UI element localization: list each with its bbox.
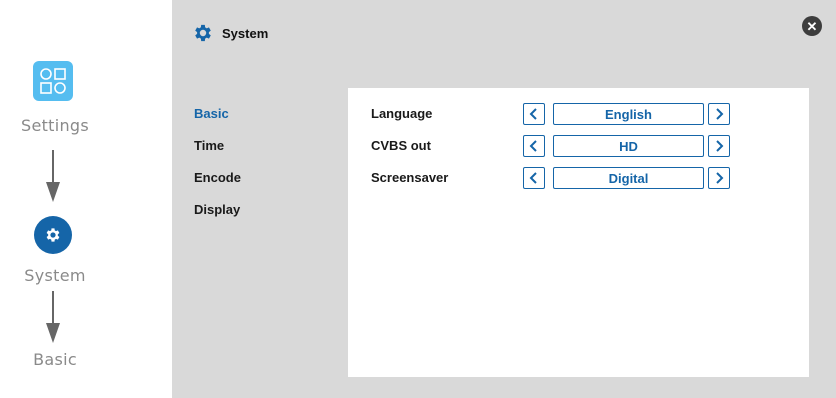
chevron-left-icon — [529, 172, 537, 184]
setting-label: CVBS out — [371, 138, 431, 153]
system-gear-icon — [34, 216, 72, 254]
next-option-button[interactable] — [708, 103, 730, 125]
chevron-left-icon — [529, 140, 537, 152]
flow-step-system: System — [24, 266, 86, 285]
menu-item-display[interactable]: Display — [194, 202, 241, 234]
setting-label: Screensaver — [371, 170, 449, 185]
setting-row-screensaver: Screensaver Digital — [348, 167, 809, 189]
menu-item-encode[interactable]: Encode — [194, 170, 241, 202]
setting-row-cvbs-out: CVBS out HD — [348, 135, 809, 157]
setting-label: Language — [371, 106, 433, 121]
menu-item-time[interactable]: Time — [194, 138, 241, 170]
arrow-down-icon — [46, 150, 60, 202]
setting-value: HD — [553, 135, 704, 157]
gear-icon — [195, 24, 211, 42]
previous-option-button[interactable] — [523, 135, 545, 157]
setting-value: Digital — [553, 167, 704, 189]
setting-value: English — [553, 103, 704, 125]
panel-title: System — [222, 25, 269, 41]
chevron-right-icon — [716, 140, 724, 152]
chevron-right-icon — [716, 108, 724, 120]
system-panel: System ✕ Basic Time Encode Display Langu… — [172, 0, 836, 398]
settings-menu: Basic Time Encode Display — [194, 106, 241, 234]
flow-step-settings: Settings — [20, 116, 90, 135]
previous-option-button[interactable] — [523, 103, 545, 125]
setting-row-language: Language English — [348, 103, 809, 125]
settings-icon — [33, 61, 73, 101]
close-icon: ✕ — [806, 18, 818, 34]
chevron-left-icon — [529, 108, 537, 120]
settings-content: Language English CVBS out HD Screensaver — [348, 88, 809, 377]
next-option-button[interactable] — [708, 167, 730, 189]
flow-step-basic: Basic — [33, 350, 77, 369]
next-option-button[interactable] — [708, 135, 730, 157]
arrow-down-icon — [46, 291, 60, 343]
previous-option-button[interactable] — [523, 167, 545, 189]
panel-header: System — [192, 20, 268, 46]
menu-item-basic[interactable]: Basic — [194, 106, 241, 138]
close-button[interactable]: ✕ — [802, 16, 822, 36]
chevron-right-icon — [716, 172, 724, 184]
navigation-flow: Settings System Basic — [0, 0, 172, 398]
